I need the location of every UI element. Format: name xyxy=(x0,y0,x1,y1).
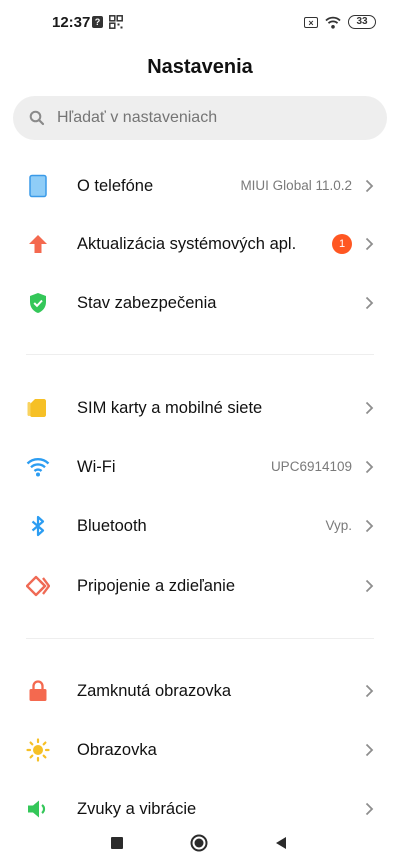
sim-card-icon xyxy=(27,399,46,417)
settings-item-about-phone[interactable]: O telefóne MIUI Global 11.0.2 xyxy=(0,157,400,215)
chevron-right-icon xyxy=(365,684,374,698)
settings-item-connection-sharing[interactable]: Pripojenie a zdieľanie xyxy=(0,557,400,615)
settings-item-value: UPC6914109 xyxy=(270,459,352,474)
settings-item-label: Wi-Fi xyxy=(77,458,116,476)
search-icon xyxy=(29,110,45,126)
wifi-icon xyxy=(26,458,50,477)
chevron-right-icon xyxy=(365,179,374,193)
settings-item-display[interactable]: Obrazovka xyxy=(0,721,400,779)
wifi-icon xyxy=(325,16,341,29)
arrow-up-icon xyxy=(29,235,47,253)
settings-item-label: Aktualizácia systémových apl. xyxy=(77,235,297,253)
speaker-icon xyxy=(28,800,46,818)
settings-item-lock-screen[interactable]: Zamknutá obrazovka xyxy=(0,662,400,720)
settings-item-bluetooth[interactable]: Bluetooth Vyp. xyxy=(0,497,400,555)
settings-item-value: MIUI Global 11.0.2 xyxy=(240,178,352,193)
section-divider xyxy=(26,638,374,639)
navigation-bar xyxy=(0,820,400,867)
no-sim-icon: × xyxy=(304,16,318,28)
settings-item-label: Obrazovka xyxy=(77,741,157,759)
battery-icon: 33 xyxy=(348,15,376,29)
settings-item-label: O telefóne xyxy=(77,177,154,195)
shield-check-icon xyxy=(30,293,46,313)
chevron-right-icon xyxy=(365,296,374,310)
settings-item-sim-cards[interactable]: SIM karty a mobilné siete xyxy=(0,379,400,437)
lock-icon xyxy=(29,680,47,701)
settings-item-security-status[interactable]: Stav zabezpečenia xyxy=(0,274,400,332)
home-circle-icon[interactable] xyxy=(190,834,208,852)
recents-square-icon[interactable] xyxy=(111,837,123,849)
update-count-badge: 1 xyxy=(332,234,352,254)
sun-icon xyxy=(26,738,50,762)
status-bar: 12:37 ? × 33 xyxy=(0,0,400,44)
section-divider xyxy=(26,354,374,355)
chevron-right-icon xyxy=(365,401,374,415)
settings-item-system-app-updates[interactable]: Aktualizácia systémových apl. 1 xyxy=(0,215,400,273)
help-notification-icon: ? xyxy=(92,16,103,28)
settings-item-label: SIM karty a mobilné siete xyxy=(77,399,263,417)
settings-item-wifi[interactable]: Wi-Fi UPC6914109 xyxy=(0,438,400,496)
page-title: Nastavenia xyxy=(147,56,253,78)
chevron-right-icon xyxy=(365,237,374,251)
status-time: 12:37 xyxy=(52,14,91,31)
status-right-icons: × 33 xyxy=(304,14,376,30)
chevron-right-icon xyxy=(365,460,374,474)
chevron-right-icon xyxy=(365,519,374,533)
bluetooth-icon xyxy=(31,515,45,537)
qr-grid-icon xyxy=(109,15,123,29)
chevron-right-icon xyxy=(365,579,374,593)
chevron-right-icon xyxy=(365,802,374,816)
chevron-right-icon xyxy=(365,743,374,757)
search-bar[interactable] xyxy=(13,96,387,140)
settings-item-label: Pripojenie a zdieľanie xyxy=(77,577,235,595)
settings-item-value: Vyp. xyxy=(325,518,352,533)
search-input[interactable] xyxy=(57,96,367,140)
connection-share-icon xyxy=(26,575,50,597)
phone-icon xyxy=(29,174,47,198)
settings-item-label: Bluetooth xyxy=(77,517,147,535)
settings-item-label: Stav zabezpečenia xyxy=(77,294,217,312)
back-triangle-icon[interactable] xyxy=(275,836,287,850)
settings-item-label: Zamknutá obrazovka xyxy=(77,682,232,700)
